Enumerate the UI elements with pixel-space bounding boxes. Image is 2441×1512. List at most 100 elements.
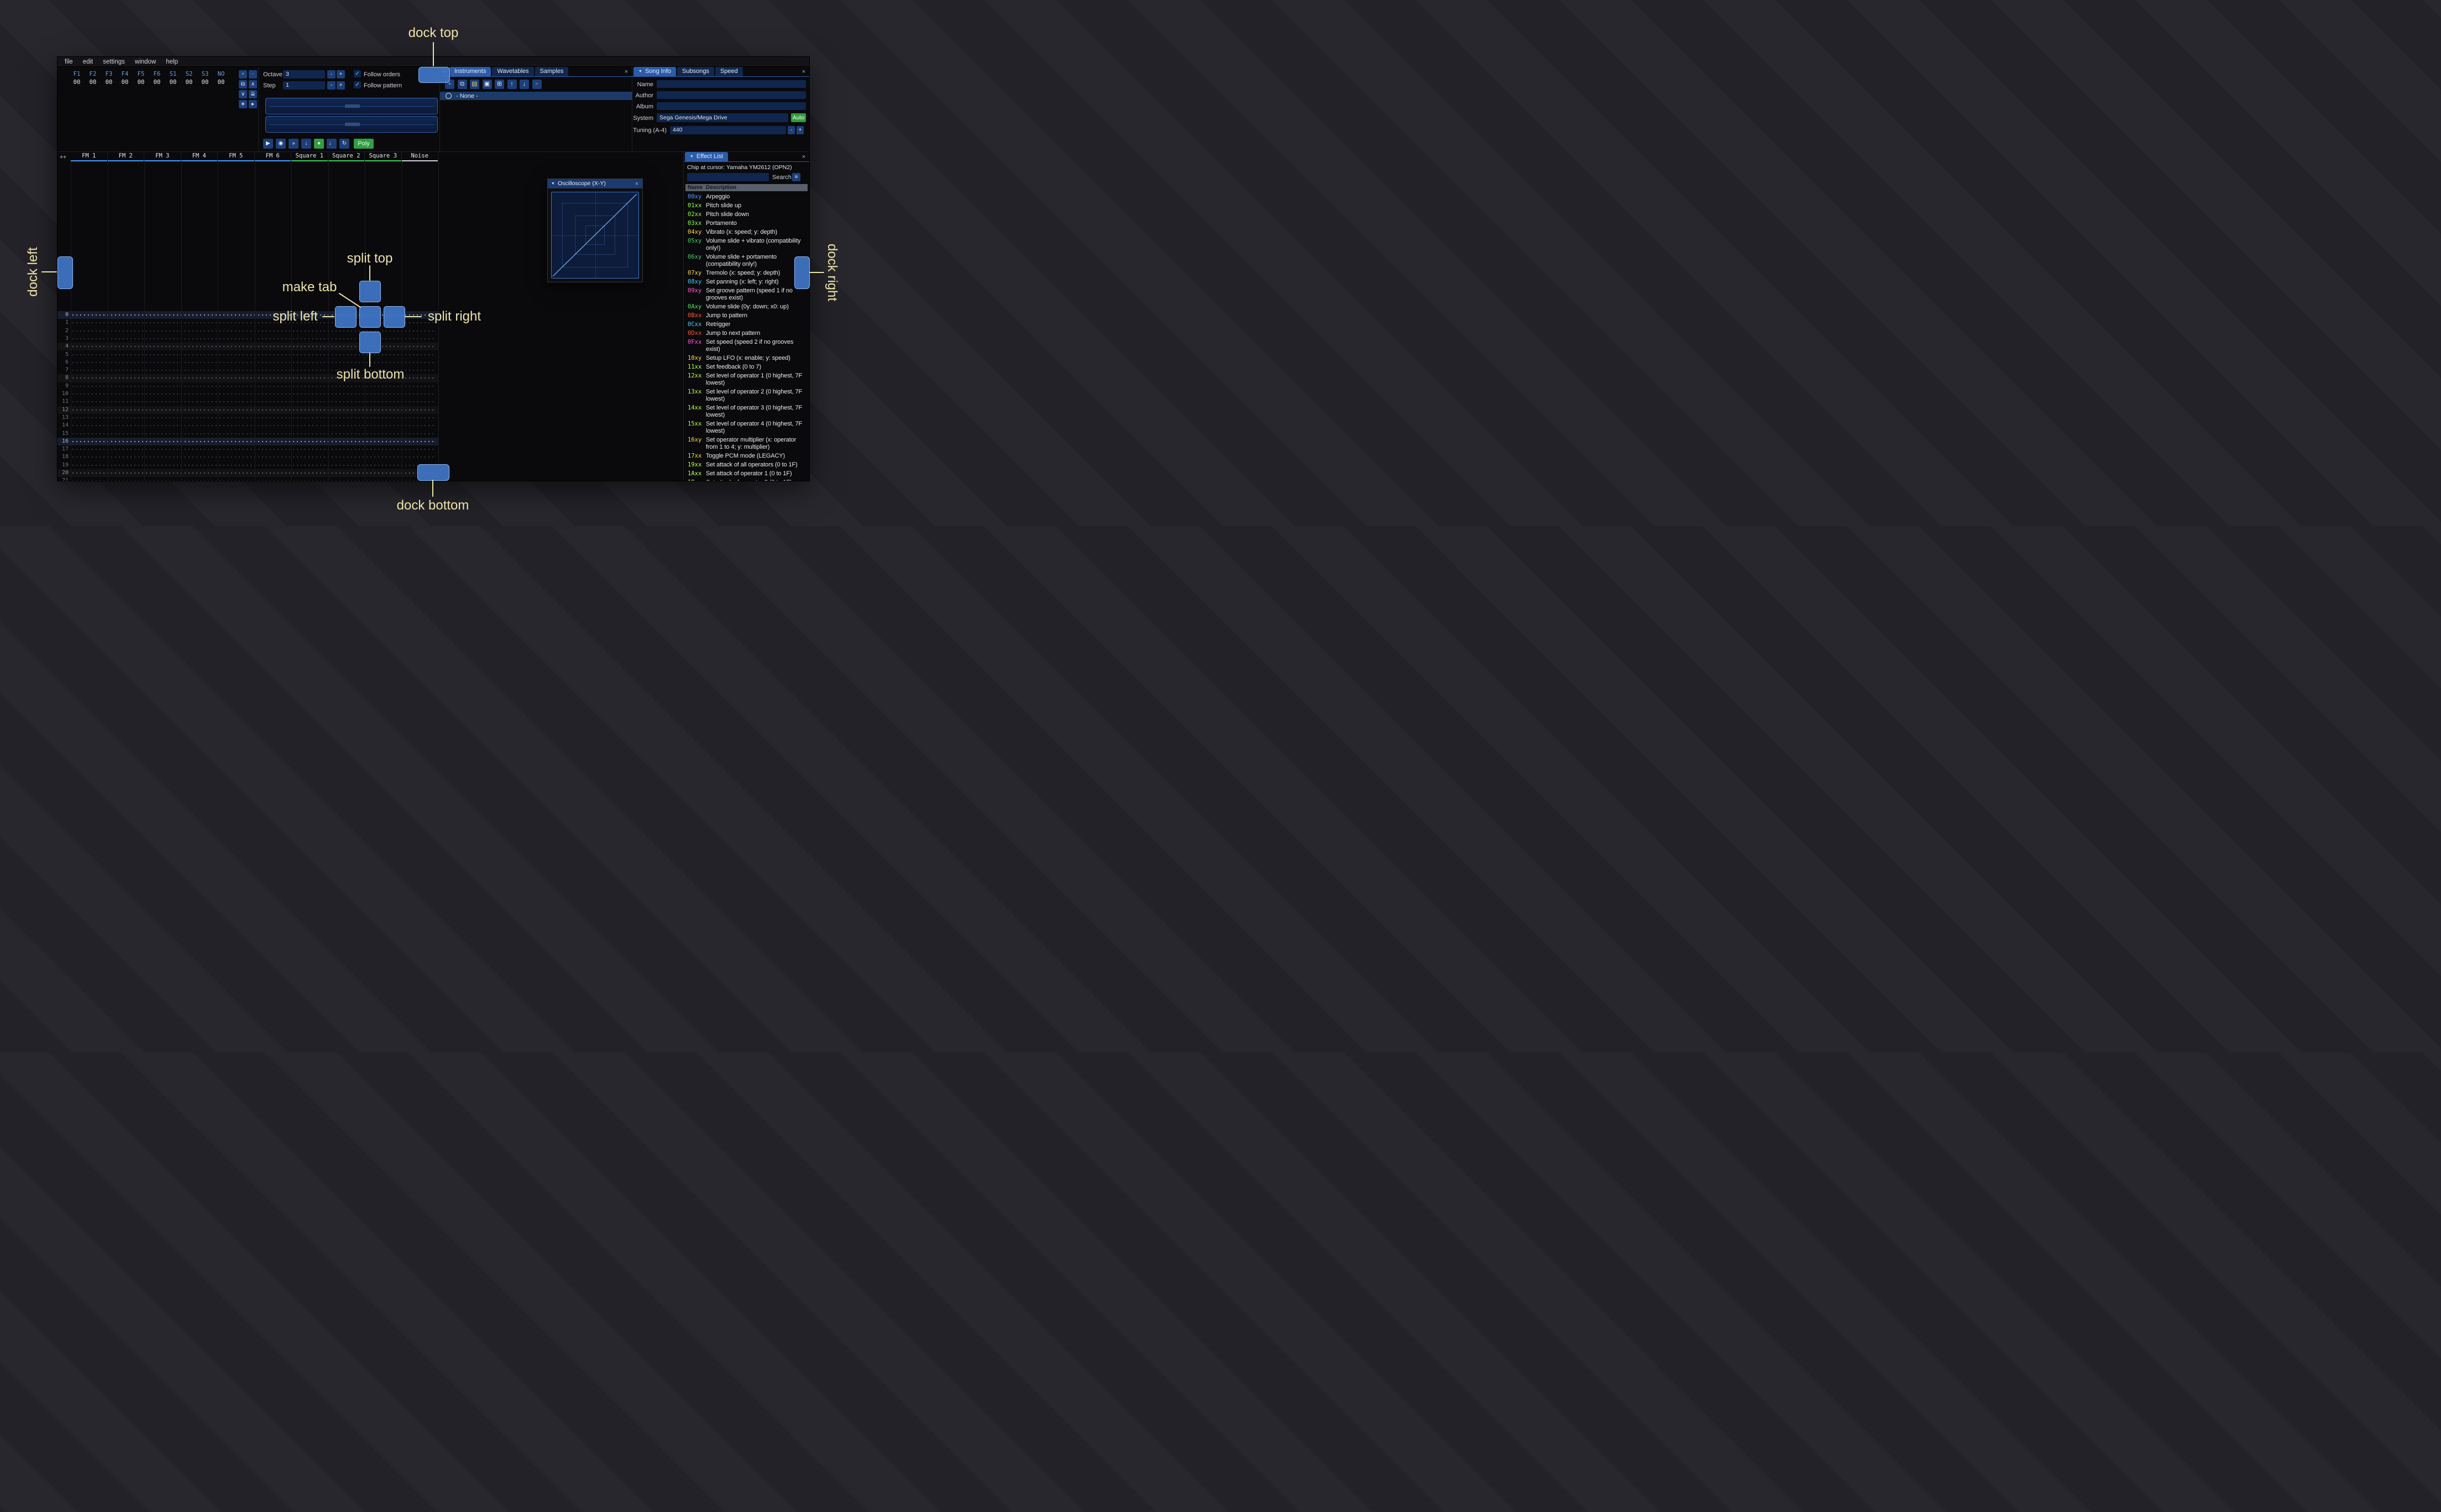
effect-row[interactable]: 16xy Set operator multiplier (x: operator… bbox=[684, 435, 809, 452]
move-order-up-button[interactable]: ∧ bbox=[249, 80, 257, 88]
tab-speed[interactable]: Speed bbox=[715, 67, 743, 76]
tab-wavetables[interactable]: Wavetables bbox=[492, 67, 534, 76]
effect-row[interactable]: 0Bxx Jump to pattern bbox=[684, 311, 809, 320]
effect-row[interactable]: 12xx Set level of operator 1 (0 highest, … bbox=[684, 371, 809, 387]
step-decrease-button[interactable]: - bbox=[327, 81, 336, 90]
effect-row[interactable]: 07xy Tremolo (x: speed; y: depth) bbox=[684, 269, 809, 277]
remove-order-button[interactable]: − bbox=[249, 70, 257, 78]
octave-decrease-button[interactable]: - bbox=[327, 70, 336, 78]
menu-item-edit[interactable]: edit bbox=[78, 57, 98, 66]
repeat-pattern-button[interactable]: ↻ bbox=[339, 139, 349, 149]
channel-header-fm-5[interactable]: FM 5 bbox=[218, 152, 255, 161]
save-instrument-button[interactable]: ▣ bbox=[482, 80, 492, 89]
effect-row[interactable]: 04xy Vibrato (x: speed; y: depth) bbox=[684, 228, 809, 237]
order-cell[interactable]: 00 bbox=[134, 79, 148, 86]
menu-item-settings[interactable]: settings bbox=[98, 57, 130, 66]
pattern-row[interactable]: 6 bbox=[57, 359, 438, 366]
channel-header-fm-4[interactable]: FM 4 bbox=[181, 152, 218, 161]
tuning-input[interactable]: 440 bbox=[670, 126, 786, 134]
move-order-down-button[interactable]: ∨ bbox=[239, 90, 247, 98]
pattern-row[interactable]: 13 bbox=[57, 414, 438, 422]
step-increase-button[interactable]: + bbox=[337, 81, 345, 90]
menu-item-window[interactable]: window bbox=[130, 57, 161, 66]
effect-row[interactable]: 0Axy Volume slide (0y: down; x0: up) bbox=[684, 302, 809, 311]
poly-button[interactable]: Poly bbox=[354, 139, 374, 149]
effect-row[interactable]: 08xy Set panning (x: left; y: right) bbox=[684, 277, 809, 286]
move-instrument-up-button[interactable]: ↑ bbox=[507, 80, 517, 89]
order-cell[interactable]: 00 bbox=[214, 79, 228, 86]
oscilloscope-title-bar[interactable]: ▼ Oscilloscope (X-Y) × bbox=[548, 179, 642, 188]
channel-header-square-1[interactable]: Square 1 bbox=[291, 152, 328, 161]
split-right-target[interactable] bbox=[384, 306, 405, 328]
effect-row[interactable]: 0Cxx Retrigger bbox=[684, 320, 809, 329]
effect-row[interactable]: 19xx Set attack of all operators (0 to 1F… bbox=[684, 460, 809, 469]
duplicate-order-end-button[interactable]: ⇊ bbox=[249, 90, 257, 98]
order-cell[interactable]: 00 bbox=[118, 79, 132, 86]
effect-row[interactable]: 0Fxx Set speed (speed 2 if no grooves exi… bbox=[684, 338, 809, 354]
piano-lower-row[interactable] bbox=[265, 116, 438, 133]
collapse-icon[interactable]: ▼ bbox=[551, 182, 555, 186]
tab-song-info[interactable]: ▼ Song Info bbox=[633, 67, 677, 76]
play-button[interactable]: ▶ bbox=[263, 139, 273, 149]
effect-list-menu-button[interactable]: ≡ bbox=[792, 173, 800, 181]
pattern-row[interactable]: 12 bbox=[57, 406, 438, 414]
effect-row[interactable]: 11xx Set feedback (0 to 7) bbox=[684, 363, 809, 371]
step-input[interactable]: 1 bbox=[283, 81, 325, 90]
make-tab-target[interactable] bbox=[359, 306, 381, 328]
effect-row[interactable]: 13xx Set level of operator 2 (0 highest, … bbox=[684, 387, 809, 403]
effect-row[interactable]: 17xx Toggle PCM mode (LEGACY) bbox=[684, 452, 809, 460]
close-effect-list-button[interactable]: × bbox=[800, 154, 807, 160]
effect-row[interactable]: 05xy Volume slide + vibrato (compatibilit… bbox=[684, 237, 809, 253]
pattern-row[interactable]: 0 bbox=[57, 311, 438, 319]
author-field[interactable] bbox=[657, 91, 806, 99]
pattern-row[interactable]: 20 bbox=[57, 469, 438, 477]
duplicate-instrument-button[interactable]: ⧉ bbox=[457, 80, 467, 89]
auto-system-button[interactable]: Auto bbox=[791, 113, 806, 122]
octave-increase-button[interactable]: + bbox=[337, 70, 345, 78]
effect-row[interactable]: 01xx Pitch slide up bbox=[684, 201, 809, 210]
pattern-row[interactable]: 5 bbox=[57, 351, 438, 359]
collapse-icon[interactable]: ▼ bbox=[690, 155, 694, 159]
split-bottom-target[interactable] bbox=[359, 332, 381, 353]
channel-header-fm-1[interactable]: FM 1 bbox=[71, 152, 108, 161]
open-instrument-button[interactable]: ▤ bbox=[470, 80, 479, 89]
order-edit-mode-button[interactable]: ▸ bbox=[249, 100, 257, 108]
effect-row[interactable]: 00xy Arpeggio bbox=[684, 192, 809, 201]
effect-row[interactable]: 06xy Volume slide + portamento (compatibi… bbox=[684, 253, 809, 269]
pattern-row[interactable]: 2 bbox=[57, 327, 438, 335]
tab-instruments[interactable]: Instruments bbox=[449, 67, 491, 76]
collapse-icon[interactable]: ▼ bbox=[638, 70, 642, 74]
play-one-row-button[interactable]: » bbox=[289, 139, 298, 149]
expand-button[interactable]: ++ bbox=[60, 153, 66, 161]
tab-samples[interactable]: Samples bbox=[535, 67, 569, 76]
edit-toggle-button[interactable]: ● bbox=[314, 139, 324, 149]
order-cell[interactable]: 00 bbox=[102, 79, 116, 86]
follow-orders-checkbox[interactable]: ✓ bbox=[354, 70, 361, 77]
tab-effect-list[interactable]: ▼ Effect List bbox=[685, 152, 729, 161]
pattern-row[interactable]: 11 bbox=[57, 398, 438, 406]
system-field[interactable]: Sega Genesis/Mega Drive bbox=[657, 113, 788, 122]
name-field[interactable] bbox=[657, 80, 806, 88]
channel-header-fm-6[interactable]: FM 6 bbox=[254, 152, 291, 161]
split-left-target[interactable] bbox=[335, 306, 357, 328]
octave-input[interactable]: 3 bbox=[283, 70, 325, 78]
instrument-item-none[interactable]: - None - bbox=[440, 92, 632, 100]
pattern-row[interactable]: 17 bbox=[57, 445, 438, 453]
dock-bottom-target[interactable] bbox=[417, 464, 449, 481]
order-cell[interactable]: 00 bbox=[182, 79, 196, 86]
effect-row[interactable]: 15xx Set level of operator 4 (0 highest, … bbox=[684, 419, 809, 435]
effect-row[interactable]: 0Dxx Jump to next pattern bbox=[684, 329, 809, 338]
piano-widget[interactable] bbox=[265, 98, 438, 133]
order-cell[interactable]: 00 bbox=[166, 79, 180, 86]
pattern-row[interactable]: 16 bbox=[57, 437, 438, 446]
piano-upper-row[interactable] bbox=[265, 98, 438, 114]
order-cell[interactable]: 00 bbox=[150, 79, 164, 86]
menu-item-file[interactable]: file bbox=[60, 57, 78, 66]
dock-right-target[interactable] bbox=[794, 256, 810, 289]
follow-pattern-checkbox[interactable]: ✓ bbox=[354, 81, 361, 88]
effect-row[interactable]: 03xx Portamento bbox=[684, 219, 809, 228]
dock-left-target[interactable] bbox=[57, 256, 73, 289]
channel-header-fm-2[interactable]: FM 2 bbox=[107, 152, 144, 161]
stop-button[interactable]: ↓ bbox=[301, 139, 311, 149]
pattern-row[interactable]: 1 bbox=[57, 319, 438, 327]
